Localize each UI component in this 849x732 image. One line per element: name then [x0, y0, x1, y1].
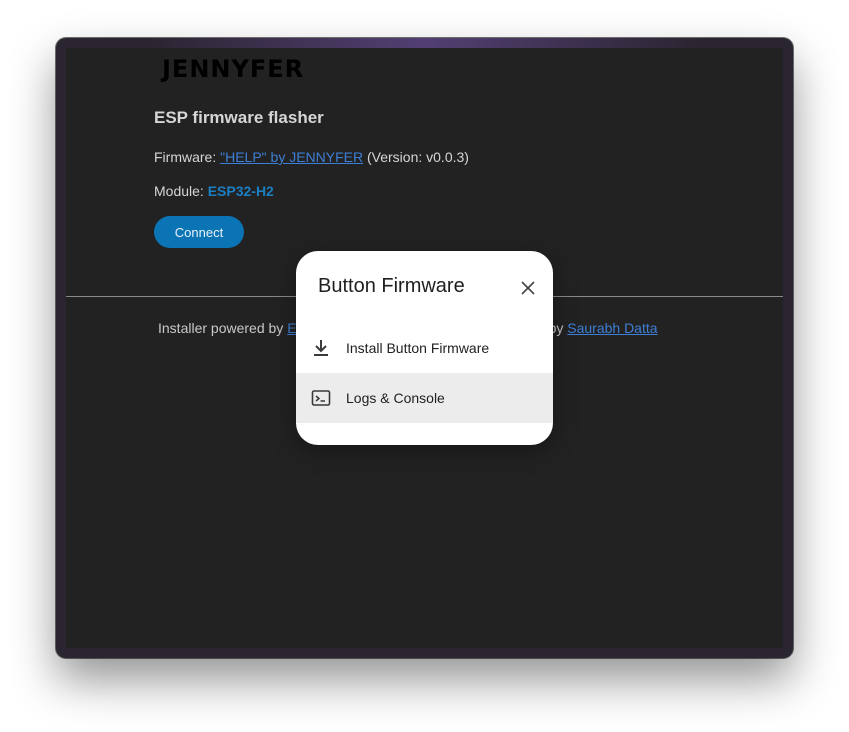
firmware-row: Firmware: "HELP" by JENNYFER (Version: v…: [154, 149, 469, 165]
module-label: Module:: [154, 183, 204, 199]
menu-item-label: Install Button Firmware: [346, 340, 490, 356]
download-icon: [309, 336, 333, 360]
firmware-link[interactable]: "HELP" by JENNYFER: [220, 149, 363, 165]
jennyfer-logo: JENNYFER: [162, 55, 305, 83]
footer-author-link[interactable]: Saurabh Datta: [567, 320, 657, 336]
button-firmware-dialog: Button Firmware Install Button Firmware …: [296, 251, 553, 445]
footer-left-text: Installer powered by: [158, 320, 284, 336]
close-icon[interactable]: [515, 275, 541, 301]
connect-button[interactable]: Connect: [154, 216, 244, 248]
menu-item-install-firmware[interactable]: Install Button Firmware: [296, 323, 553, 373]
page-title: ESP firmware flasher: [154, 108, 324, 127]
module-row: Module: ESP32-H2: [154, 183, 274, 199]
module-value: ESP32-H2: [207, 183, 274, 199]
footer-powered-by: Installer powered by E: [158, 320, 297, 336]
firmware-label: Firmware:: [154, 149, 217, 165]
terminal-icon: [309, 386, 333, 410]
firmware-version: (Version: v0.0.3): [367, 149, 469, 165]
menu-item-logs-console[interactable]: Logs & Console: [296, 373, 553, 423]
dialog-title: Button Firmware: [318, 275, 465, 297]
menu-item-label: Logs & Console: [346, 390, 445, 406]
window-top-glow: [146, 38, 703, 48]
